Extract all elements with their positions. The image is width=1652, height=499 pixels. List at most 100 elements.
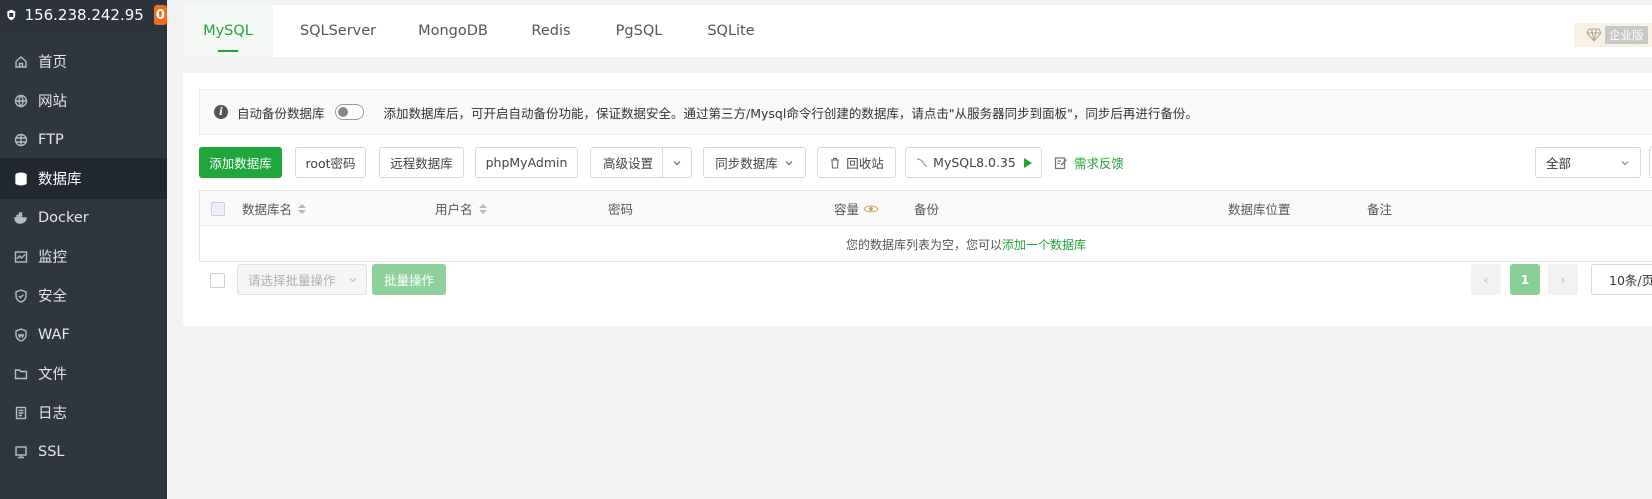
recycle-bin-button[interactable]: 回收站	[817, 147, 896, 178]
sidebar-item-label: 安全	[38, 289, 67, 305]
sidebar-item-docker[interactable]: Docker	[0, 197, 167, 238]
tab-pgsql[interactable]: PgSQL	[601, 5, 677, 57]
edit-note-icon	[1054, 156, 1067, 169]
col-db-name[interactable]: 数据库名	[242, 191, 307, 226]
server-logo-icon	[7, 9, 16, 21]
select-all-cell[interactable]	[211, 191, 225, 226]
sidebar-item-website[interactable]: 网站	[0, 80, 167, 121]
notice-text: 添加数据库后，可开启自动备份功能，保证数据安全。通过第三方/Mysql命令行创建…	[383, 105, 1198, 121]
database-table: 数据库名 用户名 密码 容量 备份 数据库位置 备注 您的数据库列表为空，您可以…	[199, 190, 1652, 262]
sidebar-item-monitor[interactable]: 监控	[0, 236, 167, 277]
col-remark: 备注	[1367, 202, 1393, 217]
sidebar-item-label: Docker	[38, 209, 89, 226]
empty-state: 您的数据库列表为空，您可以 添加一个数据库	[200, 226, 1652, 262]
col-username[interactable]: 用户名	[435, 191, 487, 226]
sidebar-item-home[interactable]: 首页	[0, 41, 167, 82]
page-size-select[interactable]: 10条/页	[1591, 264, 1652, 295]
mysql-version-button[interactable]: MySQL8.0.35	[905, 147, 1042, 178]
info-icon: i	[214, 105, 228, 119]
shield-check-icon	[14, 288, 28, 303]
sync-database-button[interactable]: 同步数据库	[703, 147, 806, 178]
trash-icon	[831, 157, 840, 169]
sidebar-item-label: 首页	[38, 55, 67, 71]
batch-operation-button[interactable]: 批量操作	[372, 264, 446, 295]
waf-shield-icon	[14, 327, 28, 342]
sidebar-item-label: SSL	[38, 443, 65, 460]
enterprise-label: 企业版	[1605, 26, 1648, 44]
sidebar-item-label: 监控	[38, 250, 67, 266]
sidebar: 156.238.242.95 0 首页 网站 FTP 数据库 Docker 监控…	[0, 0, 167, 499]
tab-mongodb[interactable]: MongoDB	[405, 5, 501, 57]
auto-backup-toggle[interactable]	[334, 104, 364, 120]
chevron-down-icon	[349, 278, 357, 283]
col-password: 密码	[608, 202, 634, 217]
chevron-down-icon	[785, 160, 793, 165]
enterprise-badge[interactable]: 企业版	[1574, 23, 1652, 47]
chevron-down-icon	[673, 160, 681, 165]
auto-backup-label: 自动备份数据库	[237, 105, 325, 121]
phpmyadmin-button[interactable]: phpMyAdmin	[475, 147, 578, 178]
table-header: 数据库名 用户名 密码 容量 备份 数据库位置 备注	[200, 191, 1652, 226]
col-backup: 备份	[914, 202, 940, 217]
sidebar-item-waf[interactable]: WAF	[0, 314, 167, 355]
eye-icon[interactable]	[863, 203, 879, 215]
home-icon	[14, 55, 28, 69]
database-icon	[14, 172, 28, 186]
root-password-button[interactable]: root密码	[295, 147, 366, 178]
sidebar-item-label: 网站	[38, 94, 67, 110]
sidebar-item-files[interactable]: 文件	[0, 353, 167, 394]
footer-select-checkbox[interactable]	[210, 273, 225, 288]
sidebar-item-ftp[interactable]: FTP	[0, 119, 167, 160]
sync-database-label: 同步数据库	[715, 156, 778, 171]
mysql-version-label: MySQL8.0.35	[933, 155, 1016, 170]
feedback-link[interactable]: 需求反馈	[1054, 147, 1124, 178]
remote-database-button[interactable]: 远程数据库	[379, 147, 464, 178]
monitor-icon	[14, 250, 28, 264]
ssl-icon	[14, 445, 28, 459]
feedback-label: 需求反馈	[1074, 156, 1125, 171]
advanced-dropdown[interactable]	[662, 148, 691, 177]
prev-page-button[interactable]: ‹	[1471, 264, 1501, 295]
sidebar-item-label: FTP	[38, 131, 64, 148]
tab-mysql[interactable]: MySQL	[183, 5, 273, 57]
batch-select-placeholder: 请选择批量操作	[248, 273, 336, 288]
database-panel: i 自动备份数据库 添加数据库后，可开启自动备份功能，保证数据安全。通过第三方/…	[183, 73, 1652, 326]
folder-icon	[14, 367, 28, 381]
ftp-globe-icon	[14, 133, 28, 147]
sidebar-item-database[interactable]: 数据库	[0, 158, 167, 199]
sort-icon	[298, 203, 307, 214]
recycle-bin-label: 回收站	[846, 156, 884, 171]
current-page[interactable]: 1	[1510, 264, 1540, 295]
chevron-down-icon	[1621, 161, 1629, 166]
docker-icon	[14, 211, 28, 225]
mysql-dolphin-icon	[917, 157, 928, 167]
advanced-settings-label: 高级设置	[603, 156, 654, 171]
col-capacity-label: 容量	[834, 202, 860, 217]
server-header[interactable]: 156.238.242.95 0	[0, 0, 167, 31]
sidebar-item-label: 日志	[38, 406, 67, 422]
sort-icon	[478, 203, 487, 214]
advanced-settings-button[interactable]: 高级设置	[590, 147, 692, 178]
add-database-link[interactable]: 添加一个数据库	[1002, 236, 1086, 253]
tab-redis[interactable]: Redis	[516, 5, 586, 57]
select-all-checkbox[interactable]	[211, 201, 225, 216]
sidebar-item-security[interactable]: 安全	[0, 275, 167, 316]
tab-sqlite[interactable]: SQLite	[693, 5, 769, 57]
backup-notice: i 自动备份数据库 添加数据库后，可开启自动备份功能，保证数据安全。通过第三方/…	[199, 89, 1652, 135]
empty-text: 您的数据库列表为空，您可以	[845, 237, 1002, 252]
server-ip: 156.238.242.95	[24, 6, 144, 24]
sidebar-item-ssl[interactable]: SSL	[0, 431, 167, 472]
col-db-location: 数据库位置	[1228, 202, 1291, 217]
col-username-label: 用户名	[435, 202, 473, 217]
batch-operation-select[interactable]: 请选择批量操作	[237, 264, 367, 295]
sidebar-item-label: 文件	[38, 367, 67, 383]
tab-sqlserver[interactable]: SQLServer	[288, 5, 388, 57]
log-icon	[14, 406, 28, 420]
filter-select[interactable]: 全部	[1535, 147, 1641, 178]
add-database-button[interactable]: 添加数据库	[199, 147, 282, 178]
alert-badge[interactable]: 0	[153, 5, 167, 25]
next-page-button[interactable]: ›	[1548, 264, 1578, 295]
globe-icon	[14, 94, 28, 108]
play-icon	[1023, 157, 1032, 168]
sidebar-item-logs[interactable]: 日志	[0, 392, 167, 433]
